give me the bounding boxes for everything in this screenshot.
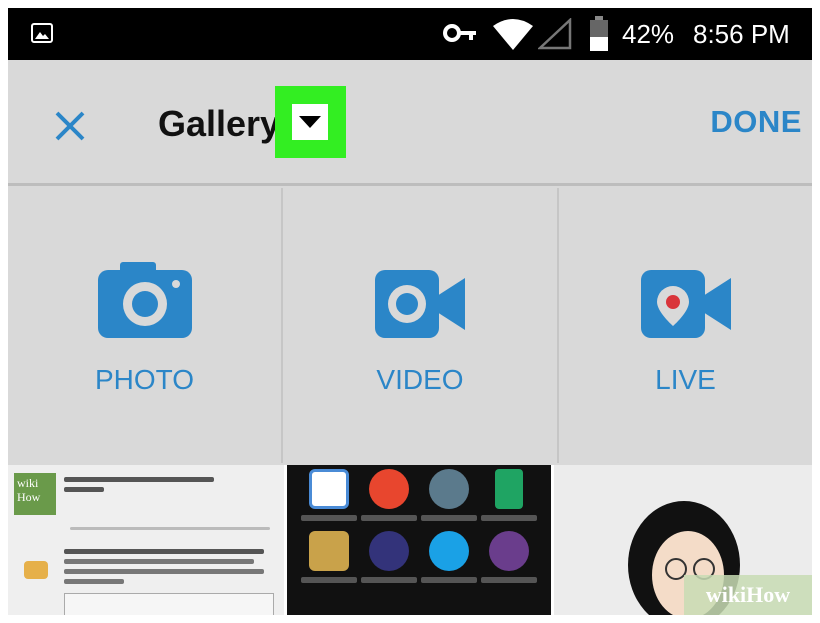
gallery-thumbnails: wiki How wikiHow bbox=[8, 465, 812, 615]
clock: 8:56 PM bbox=[693, 19, 790, 49]
watermark: wikiHow bbox=[684, 575, 812, 615]
avatar: wiki How bbox=[14, 473, 56, 515]
close-icon[interactable] bbox=[54, 110, 86, 142]
gallery-title[interactable]: Gallery bbox=[158, 102, 280, 146]
photo-label: PHOTO bbox=[94, 364, 195, 395]
battery-percentage: 42% bbox=[622, 19, 675, 49]
app-bar: Gallery DONE bbox=[8, 60, 812, 186]
gallery-thumbnail[interactable]: wikiHow bbox=[554, 465, 812, 615]
signal-icon bbox=[538, 18, 572, 50]
live-label: LIVE bbox=[655, 364, 716, 395]
app-icon-grid bbox=[301, 469, 541, 583]
live-option[interactable]: LIVE bbox=[559, 188, 812, 463]
caret-down-icon bbox=[292, 104, 328, 140]
camera-icon bbox=[97, 262, 192, 338]
video-camera-icon bbox=[375, 270, 465, 338]
wifi-icon bbox=[493, 19, 533, 50]
photo-option[interactable]: PHOTO bbox=[8, 188, 283, 463]
gallery-thumbnail[interactable]: wikiHow bbox=[8, 465, 284, 615]
image-icon bbox=[31, 23, 53, 43]
capture-options: PHOTO VIDEO LIVE bbox=[8, 188, 812, 463]
list-item bbox=[14, 545, 278, 615]
battery-icon bbox=[589, 16, 609, 52]
done-button[interactable]: DONE bbox=[710, 104, 802, 140]
vpn-key-icon bbox=[443, 24, 476, 42]
list-item: wiki How bbox=[14, 473, 278, 533]
live-broadcast-icon bbox=[640, 270, 731, 338]
status-bar: 42% 8:56 PM bbox=[8, 8, 812, 60]
video-option[interactable]: VIDEO bbox=[283, 188, 559, 463]
gallery-thumbnail[interactable] bbox=[284, 465, 554, 615]
video-label: VIDEO bbox=[376, 364, 464, 395]
screen: 42% 8:56 PM Gallery DONE PHOTO VIDEO LIV… bbox=[8, 8, 812, 615]
gallery-dropdown-button[interactable] bbox=[275, 86, 346, 158]
